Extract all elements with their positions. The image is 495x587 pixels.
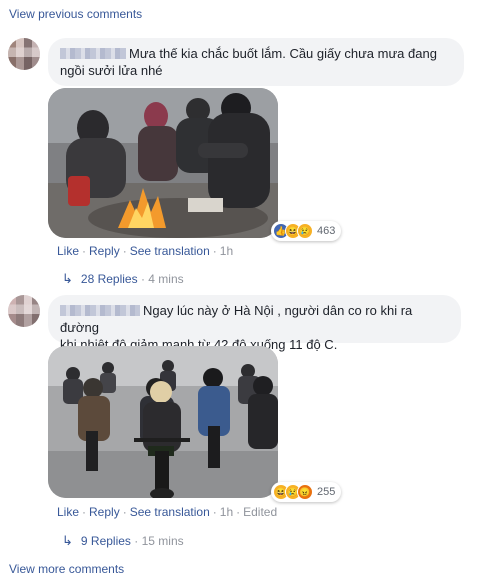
reply-link[interactable]: Reply bbox=[89, 244, 120, 258]
see-translation-link[interactable]: See translation bbox=[130, 505, 210, 519]
comment-bubble: Ngay lúc này ở Hà Nội , người dân co ro … bbox=[48, 295, 461, 352]
comment-photo-fire[interactable] bbox=[48, 88, 278, 238]
reply-arrow-icon: ↳ bbox=[62, 271, 73, 286]
reaction-summary[interactable]: 👍 😆 😢 463 bbox=[271, 221, 342, 241]
comment-text-line2: ngồi sưởi lửa nhé bbox=[60, 63, 163, 78]
edited-label[interactable]: Edited bbox=[243, 505, 277, 519]
comment-actions: Like · Reply · See translation · 1h · Edited bbox=[57, 505, 278, 519]
reaction-count: 463 bbox=[317, 225, 336, 237]
angry-reaction-icon: 😠 bbox=[297, 484, 313, 500]
comment-photo-street[interactable] bbox=[48, 346, 278, 498]
comment-bubble: Mưa thế kia chắc buốt lắm. Cầu giấy chưa… bbox=[48, 38, 464, 86]
replies-link[interactable]: ↳ 28 Replies · 4 mins bbox=[62, 271, 184, 287]
replies-count[interactable]: 9 Replies bbox=[81, 534, 131, 548]
comment-time[interactable]: 1h bbox=[220, 244, 233, 258]
reaction-count: 255 bbox=[317, 486, 336, 498]
comment-actions: Like · Reply · See translation · 1h bbox=[57, 244, 234, 258]
comment-time[interactable]: 1h bbox=[220, 505, 233, 519]
replies-count[interactable]: 28 Replies bbox=[81, 272, 138, 286]
commenter-name[interactable] bbox=[60, 305, 140, 316]
see-translation-link[interactable]: See translation bbox=[130, 244, 210, 258]
view-more-comments-link[interactable]: View more comments bbox=[9, 562, 124, 576]
like-link[interactable]: Like bbox=[57, 244, 79, 258]
commenter-avatar[interactable] bbox=[8, 295, 40, 327]
sad-reaction-icon: 😢 bbox=[297, 223, 313, 239]
commenter-avatar[interactable] bbox=[8, 38, 40, 70]
like-link[interactable]: Like bbox=[57, 505, 79, 519]
reply-arrow-icon: ↳ bbox=[62, 533, 73, 548]
comment-text-line1: Mưa thế kia chắc buốt lắm. Cầu giấy chưa… bbox=[129, 46, 437, 61]
commenter-name[interactable] bbox=[60, 48, 126, 59]
replies-time: 4 mins bbox=[148, 272, 184, 286]
replies-time: 15 mins bbox=[141, 534, 184, 548]
reaction-summary[interactable]: 😆 😢 😠 255 bbox=[271, 482, 342, 502]
view-previous-comments-link[interactable]: View previous comments bbox=[9, 7, 142, 21]
reply-link[interactable]: Reply bbox=[89, 505, 120, 519]
replies-link[interactable]: ↳ 9 Replies · 15 mins bbox=[62, 533, 184, 549]
